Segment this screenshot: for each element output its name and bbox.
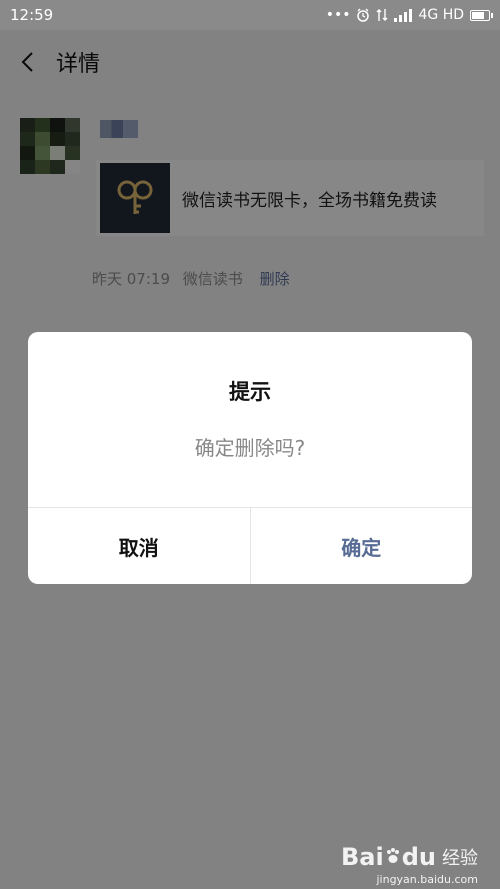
- data-transfer-icon: [376, 8, 388, 22]
- confirm-button[interactable]: 确定: [251, 508, 473, 584]
- baidu-logo: Bai du: [341, 843, 436, 871]
- status-icons: ••• 4G HD: [325, 7, 493, 23]
- battery-icon: [470, 9, 493, 21]
- network-label: 4G HD: [418, 7, 464, 23]
- status-time: 12:59: [10, 6, 54, 24]
- dialog-message: 确定删除吗?: [194, 436, 306, 460]
- dialog-actions: 取消 确定: [28, 507, 472, 584]
- status-bar: 12:59 ••• 4G HD: [0, 0, 500, 30]
- alarm-icon: [356, 8, 370, 22]
- watermark-text: 经验: [442, 848, 478, 869]
- watermark-url: jingyan.baidu.com: [376, 873, 478, 886]
- notification-dots: •••: [325, 7, 351, 23]
- cancel-button[interactable]: 取消: [28, 508, 251, 584]
- baidu-jingyan-watermark: Bai du 经验 jingyan.baidu.com: [341, 843, 478, 886]
- paw-icon: [386, 848, 399, 863]
- confirm-dialog: 提示 确定删除吗? 取消 确定: [28, 332, 472, 584]
- dialog-title: 提示: [229, 380, 271, 404]
- signal-icon: [394, 8, 413, 22]
